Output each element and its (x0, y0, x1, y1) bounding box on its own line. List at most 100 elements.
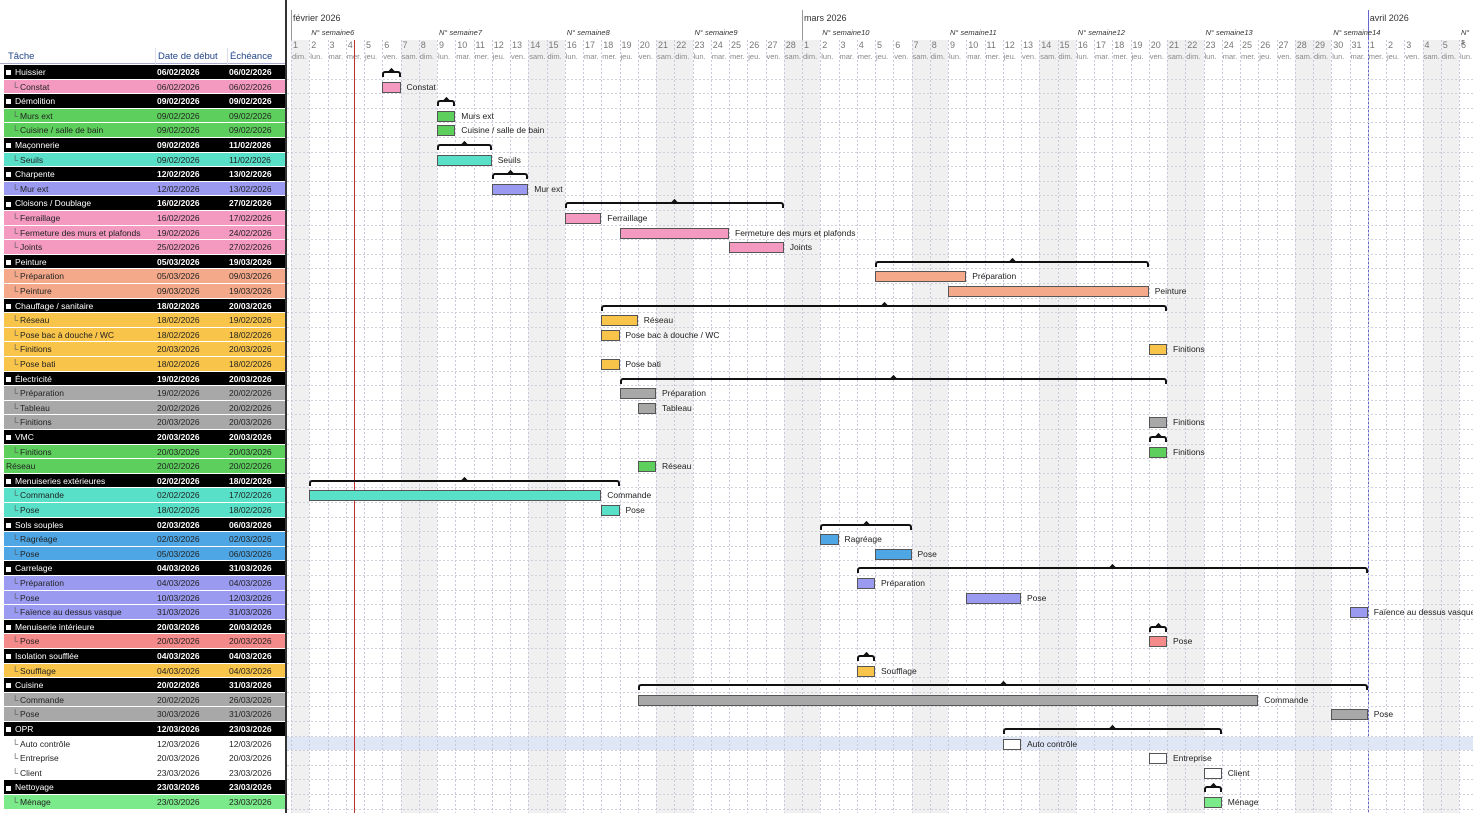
start-date[interactable]: 09/03/2026 (157, 285, 225, 297)
summary-brace[interactable] (1002, 728, 1222, 734)
start-date[interactable]: 09/02/2026 (157, 154, 225, 166)
collapse-icon[interactable] (6, 70, 11, 76)
end-date[interactable]: 23/03/2026 (229, 781, 284, 793)
summary-brace[interactable] (437, 100, 456, 107)
summary-brace[interactable] (491, 173, 529, 180)
task-row[interactable]: └ Seuils 09/02/2026 11/02/2026 (4, 152, 285, 168)
task-bar[interactable] (1002, 738, 1021, 750)
end-date[interactable]: 31/03/2026 (229, 562, 284, 574)
end-date[interactable]: 31/03/2026 (229, 606, 284, 618)
task-row[interactable]: └ Préparation 05/03/2026 09/03/2026 (4, 269, 285, 284)
end-date[interactable]: 18/02/2026 (229, 358, 284, 370)
task-row[interactable]: └ Mur ext 12/02/2026 13/02/2026 (4, 181, 285, 197)
task-bar[interactable] (601, 505, 620, 516)
task-bar[interactable] (948, 286, 1149, 297)
task-row[interactable]: └ Préparation 04/03/2026 04/03/2026 (4, 576, 285, 591)
task-row[interactable]: └ Soufflage 04/03/2026 04/03/2026 (4, 663, 285, 679)
group-row[interactable]: Chauffage / sanitaire 18/02/2026 20/03/202… (4, 298, 285, 314)
task-bar[interactable] (729, 242, 784, 254)
end-date[interactable]: 12/03/2026 (229, 592, 284, 604)
summary-brace[interactable] (1148, 436, 1167, 442)
task-bar[interactable] (1331, 709, 1368, 721)
end-date[interactable]: 27/02/2026 (229, 241, 284, 253)
end-date[interactable]: 27/02/2026 (229, 197, 284, 209)
task-bar[interactable] (601, 359, 620, 370)
task-row[interactable]: └ Ragréage 02/03/2026 02/03/2026 (4, 532, 285, 547)
group-row[interactable]: Menuiserie intérieure 20/03/2026 20/03/202… (4, 619, 285, 635)
collapse-icon[interactable] (6, 727, 11, 733)
start-date[interactable]: 23/03/2026 (157, 767, 225, 779)
start-date[interactable]: 05/03/2026 (157, 548, 225, 560)
task-row[interactable]: └ Finitions 20/03/2026 20/03/2026 (4, 342, 285, 357)
task-bar[interactable] (382, 81, 401, 93)
end-date[interactable]: 13/02/2026 (229, 168, 284, 180)
summary-brace[interactable] (382, 71, 401, 77)
collapse-icon[interactable] (6, 785, 11, 791)
task-row[interactable]: └ Pose bac à douche / WC 18/02/2026 18/02/2… (4, 327, 285, 343)
end-date[interactable]: 20/03/2026 (229, 446, 284, 458)
task-row[interactable]: └ Préparation 19/02/2026 20/02/2026 (4, 386, 285, 401)
collapse-icon[interactable] (6, 654, 11, 660)
end-date[interactable]: 06/02/2026 (229, 66, 284, 78)
group-row[interactable]: OPR 12/03/2026 23/03/2026 (4, 722, 285, 737)
end-date[interactable]: 23/03/2026 (229, 767, 284, 779)
collapse-icon[interactable] (6, 99, 11, 105)
task-bar[interactable] (1203, 767, 1222, 779)
start-date[interactable]: 18/02/2026 (157, 504, 225, 516)
task-bar[interactable] (820, 534, 839, 546)
task-row[interactable]: └ Pose 05/03/2026 06/03/2026 (4, 546, 285, 562)
end-date[interactable]: 18/02/2026 (229, 329, 284, 341)
end-date[interactable]: 20/03/2026 (229, 373, 284, 385)
end-date[interactable]: 23/03/2026 (229, 796, 284, 808)
task-bar[interactable] (637, 461, 656, 473)
task-row[interactable]: └ Ménage 23/03/2026 23/03/2026 (4, 795, 285, 810)
start-date[interactable]: 20/03/2026 (157, 343, 225, 355)
start-date[interactable]: 04/03/2026 (157, 665, 225, 677)
task-row[interactable]: └ Pose 10/03/2026 12/03/2026 (4, 590, 285, 606)
summary-brace[interactable] (601, 304, 1167, 311)
task-row[interactable]: └ Client 23/03/2026 23/03/2026 (4, 765, 285, 781)
start-date[interactable]: 19/02/2026 (157, 387, 225, 399)
task-bar[interactable] (564, 213, 602, 224)
start-date[interactable]: 09/02/2026 (157, 95, 225, 107)
start-date[interactable]: 04/03/2026 (157, 562, 225, 574)
end-date[interactable]: 17/02/2026 (229, 489, 284, 501)
task-row[interactable]: └ Auto contrôle 12/03/2026 12/03/2026 (4, 736, 285, 752)
task-row[interactable]: └ Pose 18/02/2026 18/02/2026 (4, 503, 285, 518)
end-date[interactable]: 19/03/2026 (229, 285, 284, 297)
task-bar[interactable] (637, 694, 1259, 706)
task-bar[interactable] (1148, 636, 1167, 648)
group-row[interactable]: Maçonnerie 09/02/2026 11/02/2026 (4, 138, 285, 153)
task-bar[interactable] (856, 665, 875, 677)
start-date[interactable]: 23/03/2026 (157, 781, 225, 793)
task-bar[interactable] (437, 110, 456, 122)
task-bar[interactable] (1148, 344, 1167, 356)
start-date[interactable]: 12/02/2026 (157, 183, 225, 195)
summary-brace[interactable] (1148, 625, 1167, 632)
task-row[interactable]: └ Pose 30/03/2026 31/03/2026 (4, 707, 285, 722)
start-date[interactable]: 02/02/2026 (157, 475, 225, 487)
task-bar[interactable] (437, 154, 492, 166)
task-row[interactable]: └ Réseau 18/02/2026 19/02/2026 (4, 313, 285, 328)
task-bar[interactable] (1349, 607, 1368, 619)
summary-brace[interactable] (619, 377, 1167, 384)
end-date[interactable]: 20/03/2026 (229, 431, 284, 443)
end-date[interactable]: 31/03/2026 (229, 708, 284, 720)
start-date[interactable]: 09/02/2026 (157, 124, 225, 136)
collapse-icon[interactable] (6, 376, 11, 382)
task-row[interactable]: Réseau 20/02/2026 20/02/2026 (4, 459, 285, 474)
task-bar[interactable] (856, 578, 875, 589)
end-date[interactable]: 09/02/2026 (229, 95, 284, 107)
end-date[interactable]: 09/02/2026 (229, 110, 284, 122)
end-date[interactable]: 20/03/2026 (229, 635, 284, 647)
group-row[interactable]: Huissier 06/02/2026 06/02/2026 (4, 65, 285, 80)
summary-brace[interactable] (564, 202, 784, 209)
task-bar[interactable] (601, 315, 638, 327)
task-bar[interactable] (1148, 417, 1167, 429)
start-date[interactable]: 06/02/2026 (157, 66, 225, 78)
task-bar[interactable] (601, 329, 620, 341)
start-date[interactable]: 30/03/2026 (157, 708, 225, 720)
start-date[interactable]: 20/03/2026 (157, 431, 225, 443)
collapse-icon[interactable] (6, 566, 11, 572)
start-date[interactable]: 18/02/2026 (157, 300, 225, 312)
